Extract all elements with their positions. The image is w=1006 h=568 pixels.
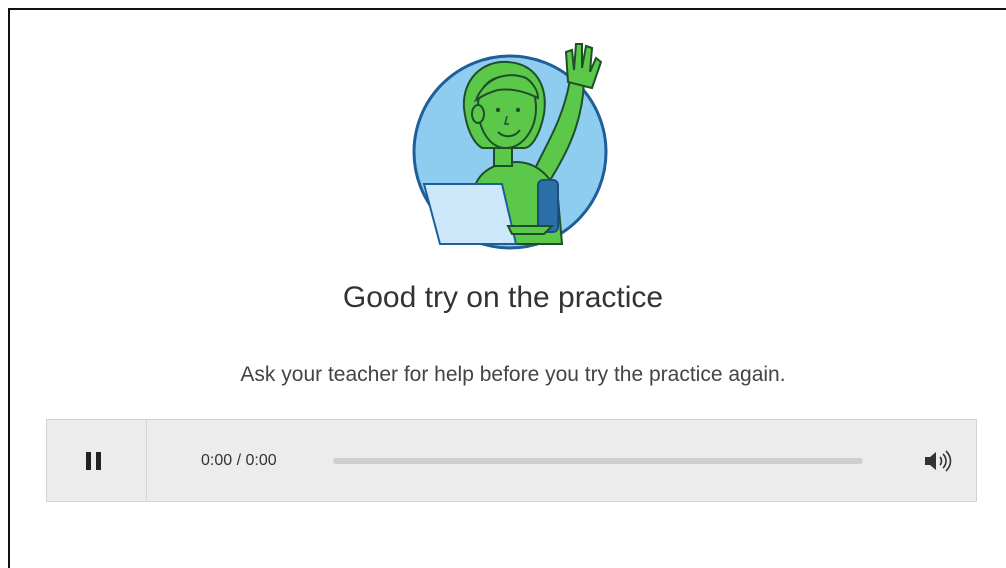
volume-icon xyxy=(925,450,952,472)
pause-icon xyxy=(86,452,104,470)
page-title: Good try on the practice xyxy=(342,281,664,314)
time-display: 0:00 / 0:00 xyxy=(201,452,277,469)
volume-button[interactable] xyxy=(921,448,961,474)
progress-bar[interactable] xyxy=(333,458,863,464)
audio-player: 0:00 / 0:00 xyxy=(46,419,977,502)
student-raising-hand-illustration xyxy=(412,43,608,250)
pause-button[interactable] xyxy=(47,420,147,501)
feedback-message: Ask your teacher for help before you try… xyxy=(240,363,786,386)
